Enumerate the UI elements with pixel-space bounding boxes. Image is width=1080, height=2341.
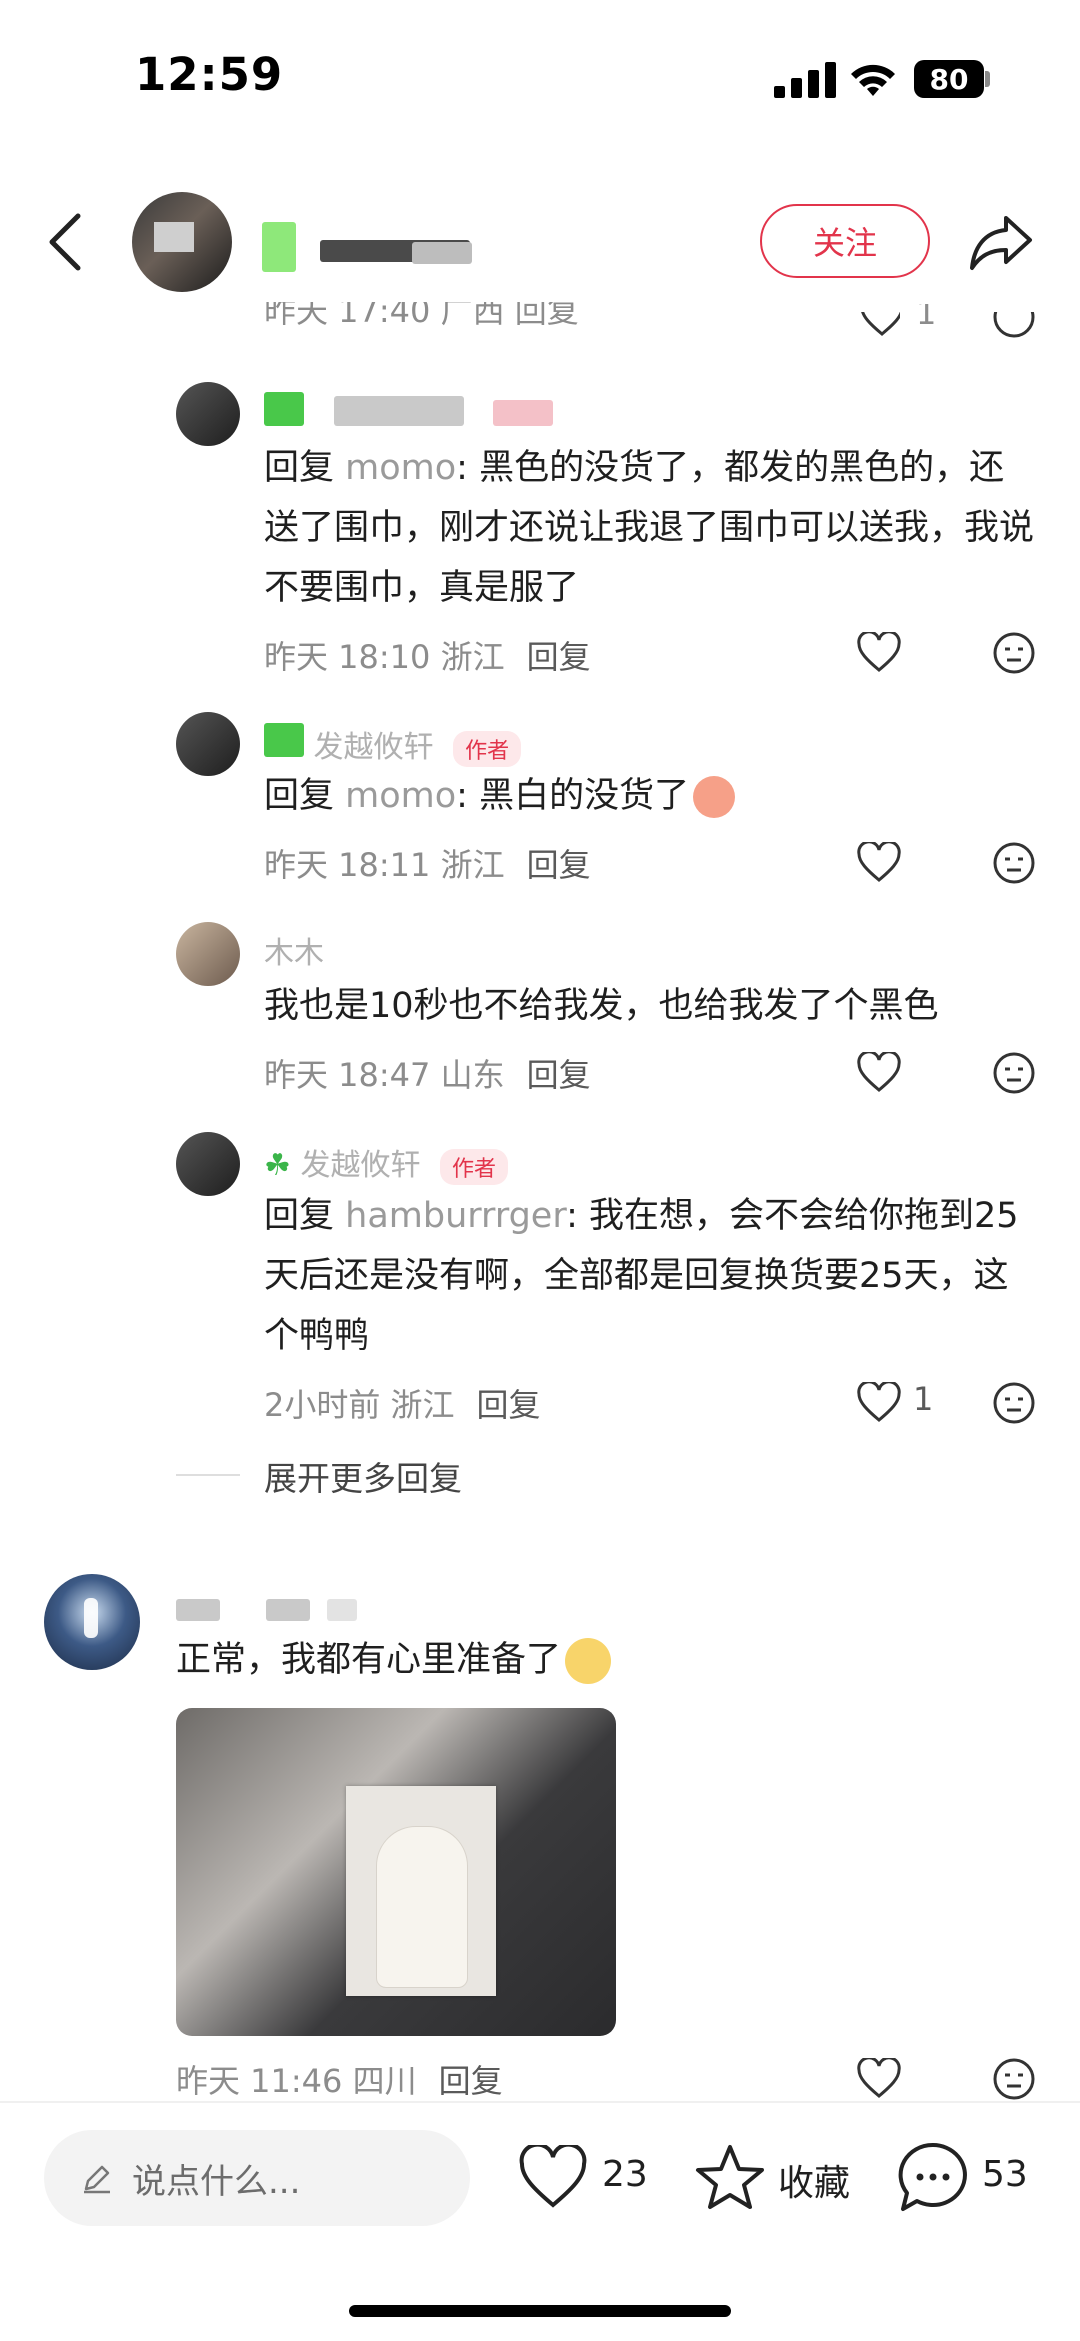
- partial-comment-meta: 昨天 17:40 广西 回复: [264, 302, 579, 330]
- avatar[interactable]: [176, 382, 240, 446]
- author-avatar[interactable]: [132, 192, 232, 292]
- reply-text: 我也是10秒也不给我发，也给我发了个黑色: [264, 986, 939, 1026]
- author-badge: 作者: [453, 730, 522, 767]
- home-indicator: [349, 2305, 731, 2317]
- chat-icon[interactable]: [897, 2141, 969, 2213]
- reply-meta: 昨天 18:10 浙江 回复: [264, 638, 591, 676]
- reply-meta: 昨天 18:47 山东 回复: [264, 1056, 591, 1094]
- like-count: 1: [913, 1380, 934, 1418]
- expand-more-replies[interactable]: 展开更多回复: [264, 1452, 462, 1500]
- reply-username[interactable]: [264, 392, 554, 434]
- reply-button[interactable]: 回复: [439, 2062, 503, 2100]
- reply-username[interactable]: ☘ 发越攸轩 作者: [264, 1140, 509, 1185]
- comment-count: 53: [982, 2154, 1028, 2195]
- input-placeholder: 说点什么...: [132, 2161, 301, 2202]
- clover-icon: ☘: [264, 1148, 291, 1183]
- reply-username[interactable]: 发越攸轩 作者: [264, 722, 522, 767]
- reply-text: 回复 momo: 黑色的没货了，都发的黑色的，还送了围巾，刚才还说让我退了围巾可…: [264, 448, 1035, 608]
- back-icon[interactable]: [44, 210, 86, 274]
- comment-photo[interactable]: [176, 1708, 616, 2036]
- battery-indicator: 80: [914, 60, 984, 98]
- share-icon[interactable]: [968, 212, 1034, 272]
- dislike-icon[interactable]: [993, 842, 1035, 884]
- reply-text: 回复 momo: 黑白的没货了: [264, 766, 1034, 826]
- dislike-icon[interactable]: [993, 632, 1035, 674]
- expand-divider: [176, 1474, 240, 1476]
- heart-icon[interactable]: [518, 2145, 588, 2209]
- heart-icon-partial[interactable]: [860, 312, 900, 338]
- like-count: 23: [602, 2154, 648, 2195]
- dislike-icon[interactable]: [993, 1052, 1035, 1094]
- model-figure: [376, 1826, 468, 1988]
- peach-emoji-icon: [693, 776, 736, 818]
- heart-icon[interactable]: [857, 632, 901, 672]
- dislike-icon[interactable]: [993, 2058, 1035, 2100]
- mention-link[interactable]: momo: [345, 448, 456, 488]
- heart-icon[interactable]: [857, 1052, 901, 1092]
- heart-icon[interactable]: [857, 842, 901, 882]
- follow-button[interactable]: 关注: [760, 204, 930, 278]
- comment-username-blurred[interactable]: [176, 1594, 358, 1629]
- star-icon[interactable]: [694, 2143, 766, 2211]
- emoji-icon: [565, 1638, 612, 1684]
- reply-username[interactable]: 木木: [264, 928, 324, 972]
- avatar[interactable]: [176, 712, 240, 776]
- comment-text: 正常，我都有心里准备了: [176, 1630, 612, 1690]
- partial-like-count: 1: [916, 304, 937, 332]
- comment-input[interactable]: 说点什么...: [44, 2130, 470, 2226]
- heart-icon[interactable]: [857, 1382, 901, 1422]
- reply-button[interactable]: 回复: [527, 638, 591, 676]
- reply-button[interactable]: 回复: [527, 1056, 591, 1094]
- avatar[interactable]: [44, 1574, 140, 1670]
- dislike-icon-partial[interactable]: [993, 312, 1035, 338]
- signal-icon: [774, 62, 836, 98]
- reply-meta: 2小时前 浙江 回复: [264, 1386, 541, 1424]
- reply-button[interactable]: 回复: [477, 1386, 541, 1424]
- bottom-divider: [0, 2101, 1080, 2103]
- pencil-icon: [84, 2165, 110, 2194]
- status-time: 12:59: [135, 48, 284, 101]
- reply-text: 回复 hamburrrger: 我在想，会不会给你拖到25天后还是没有啊，全部都…: [264, 1196, 1019, 1356]
- author-badge: 作者: [440, 1148, 509, 1185]
- avatar[interactable]: [176, 922, 240, 986]
- battery-cap: [985, 71, 990, 87]
- comment-meta: 昨天 11:46 四川 回复: [176, 2062, 503, 2100]
- mention-link[interactable]: momo: [345, 776, 456, 816]
- reply-button[interactable]: 回复: [527, 846, 591, 884]
- avatar[interactable]: [176, 1132, 240, 1196]
- dislike-icon[interactable]: [993, 1382, 1035, 1424]
- wifi-icon: [851, 64, 895, 96]
- reply-meta: 昨天 18:11 浙江 回复: [264, 846, 591, 884]
- heart-icon[interactable]: [857, 2058, 901, 2098]
- mention-link[interactable]: hamburrrger: [345, 1196, 566, 1236]
- author-name-blurred[interactable]: [262, 222, 482, 274]
- collect-label[interactable]: 收藏: [778, 2154, 850, 2206]
